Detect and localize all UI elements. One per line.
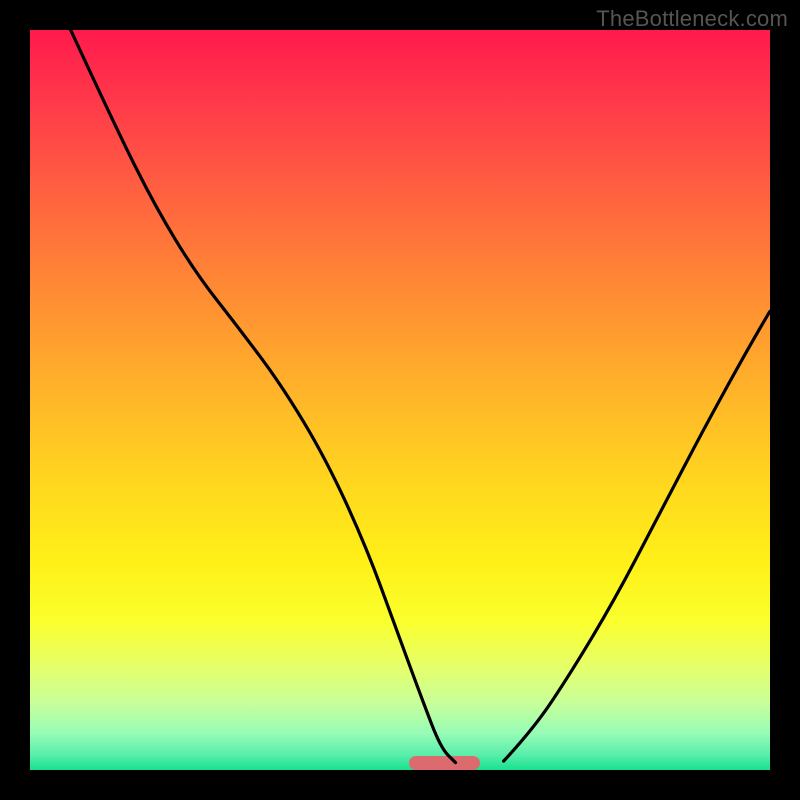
watermark-text: TheBottleneck.com [596, 6, 788, 32]
plot-area [30, 30, 770, 770]
chart-frame: TheBottleneck.com [0, 0, 800, 800]
optimum-marker [409, 756, 479, 770]
background-gradient [30, 30, 770, 770]
